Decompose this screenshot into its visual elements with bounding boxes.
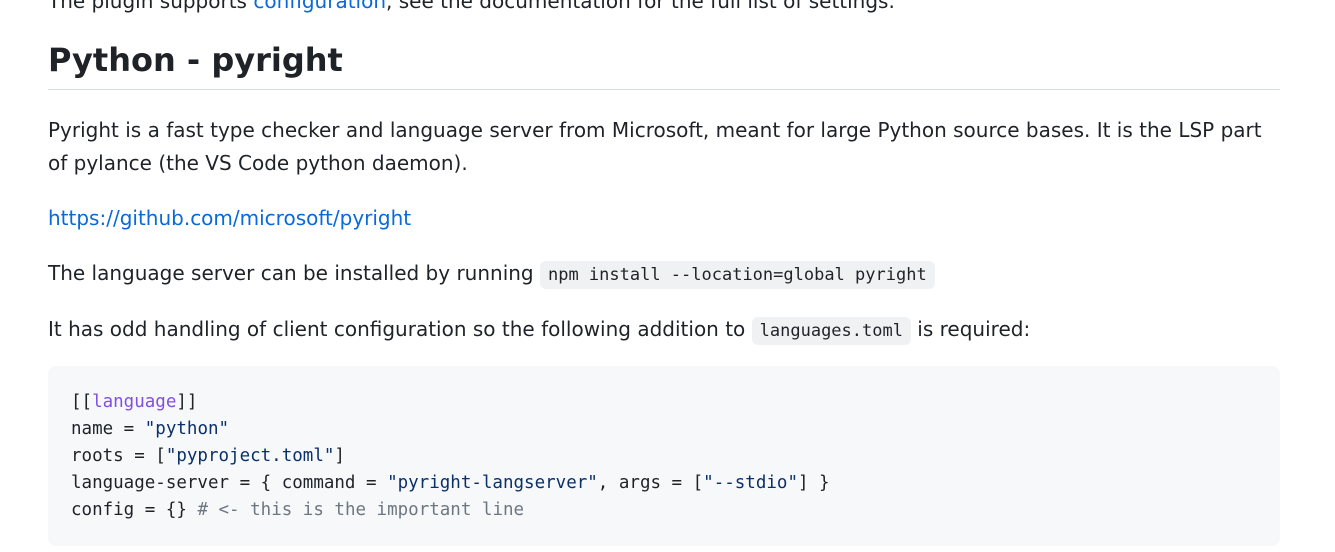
code-line-2: name = "python" <box>71 419 229 439</box>
install-text: The language server can be installed by … <box>48 261 540 285</box>
config-comment: # <- this is the important line <box>197 500 525 520</box>
language-server-end: ] } <box>797 473 830 493</box>
command-value: "pyright-langserver" <box>387 473 598 493</box>
table-name: language <box>92 392 177 412</box>
language-server-key: language-server = { command = <box>71 473 388 493</box>
args-value: "--stdio" <box>703 473 798 493</box>
code-line-1: [[language]] <box>71 392 197 412</box>
toml-code-block[interactable]: [[language]] name = "python" roots = ["p… <box>48 366 1280 546</box>
args-key: , args = [ <box>597 473 704 493</box>
pyright-description: Pyright is a fast type checker and langu… <box>48 118 1262 175</box>
previous-paragraph-text-end: , see the documentation for the full lis… <box>386 0 895 13</box>
code-line-4: language-server = { command = "pyright-l… <box>71 473 830 493</box>
roots-end: ] <box>334 446 345 466</box>
config-paragraph: It has odd handling of client configurat… <box>48 313 1280 348</box>
config-key: config = {} <box>71 500 198 520</box>
config-text-before: It has odd handling of client configurat… <box>48 317 752 341</box>
configuration-link[interactable]: configuration <box>253 0 386 13</box>
previous-paragraph-text: The plugin supports <box>48 0 247 13</box>
repo-link-paragraph: https://github.com/microsoft/pyright <box>48 202 1280 235</box>
bracket-open: [[ <box>71 392 93 412</box>
roots-value: "pyproject.toml" <box>165 446 335 466</box>
bracket-close: ]] <box>176 392 198 412</box>
code-content: [[language]] name = "python" roots = ["p… <box>71 389 830 524</box>
previous-paragraph-fragment: The plugin supports configuration, see t… <box>48 0 895 13</box>
name-value: "python" <box>144 419 230 439</box>
code-line-3: roots = ["pyproject.toml"] <box>71 446 345 466</box>
install-command-code: npm install --location=global pyright <box>539 261 935 289</box>
code-line-5: config = {} # <- this is the important l… <box>71 500 524 520</box>
languages-toml-code: languages.toml <box>751 317 911 345</box>
heading-divider <box>48 89 1280 90</box>
section-heading: Python - pyright <box>48 41 343 79</box>
install-paragraph: The language server can be installed by … <box>48 257 1280 292</box>
config-text-after: is required: <box>910 317 1031 341</box>
roots-key: roots = [ <box>71 446 166 466</box>
pyright-repo-link[interactable]: https://github.com/microsoft/pyright <box>48 206 411 230</box>
name-key: name = <box>71 419 145 439</box>
